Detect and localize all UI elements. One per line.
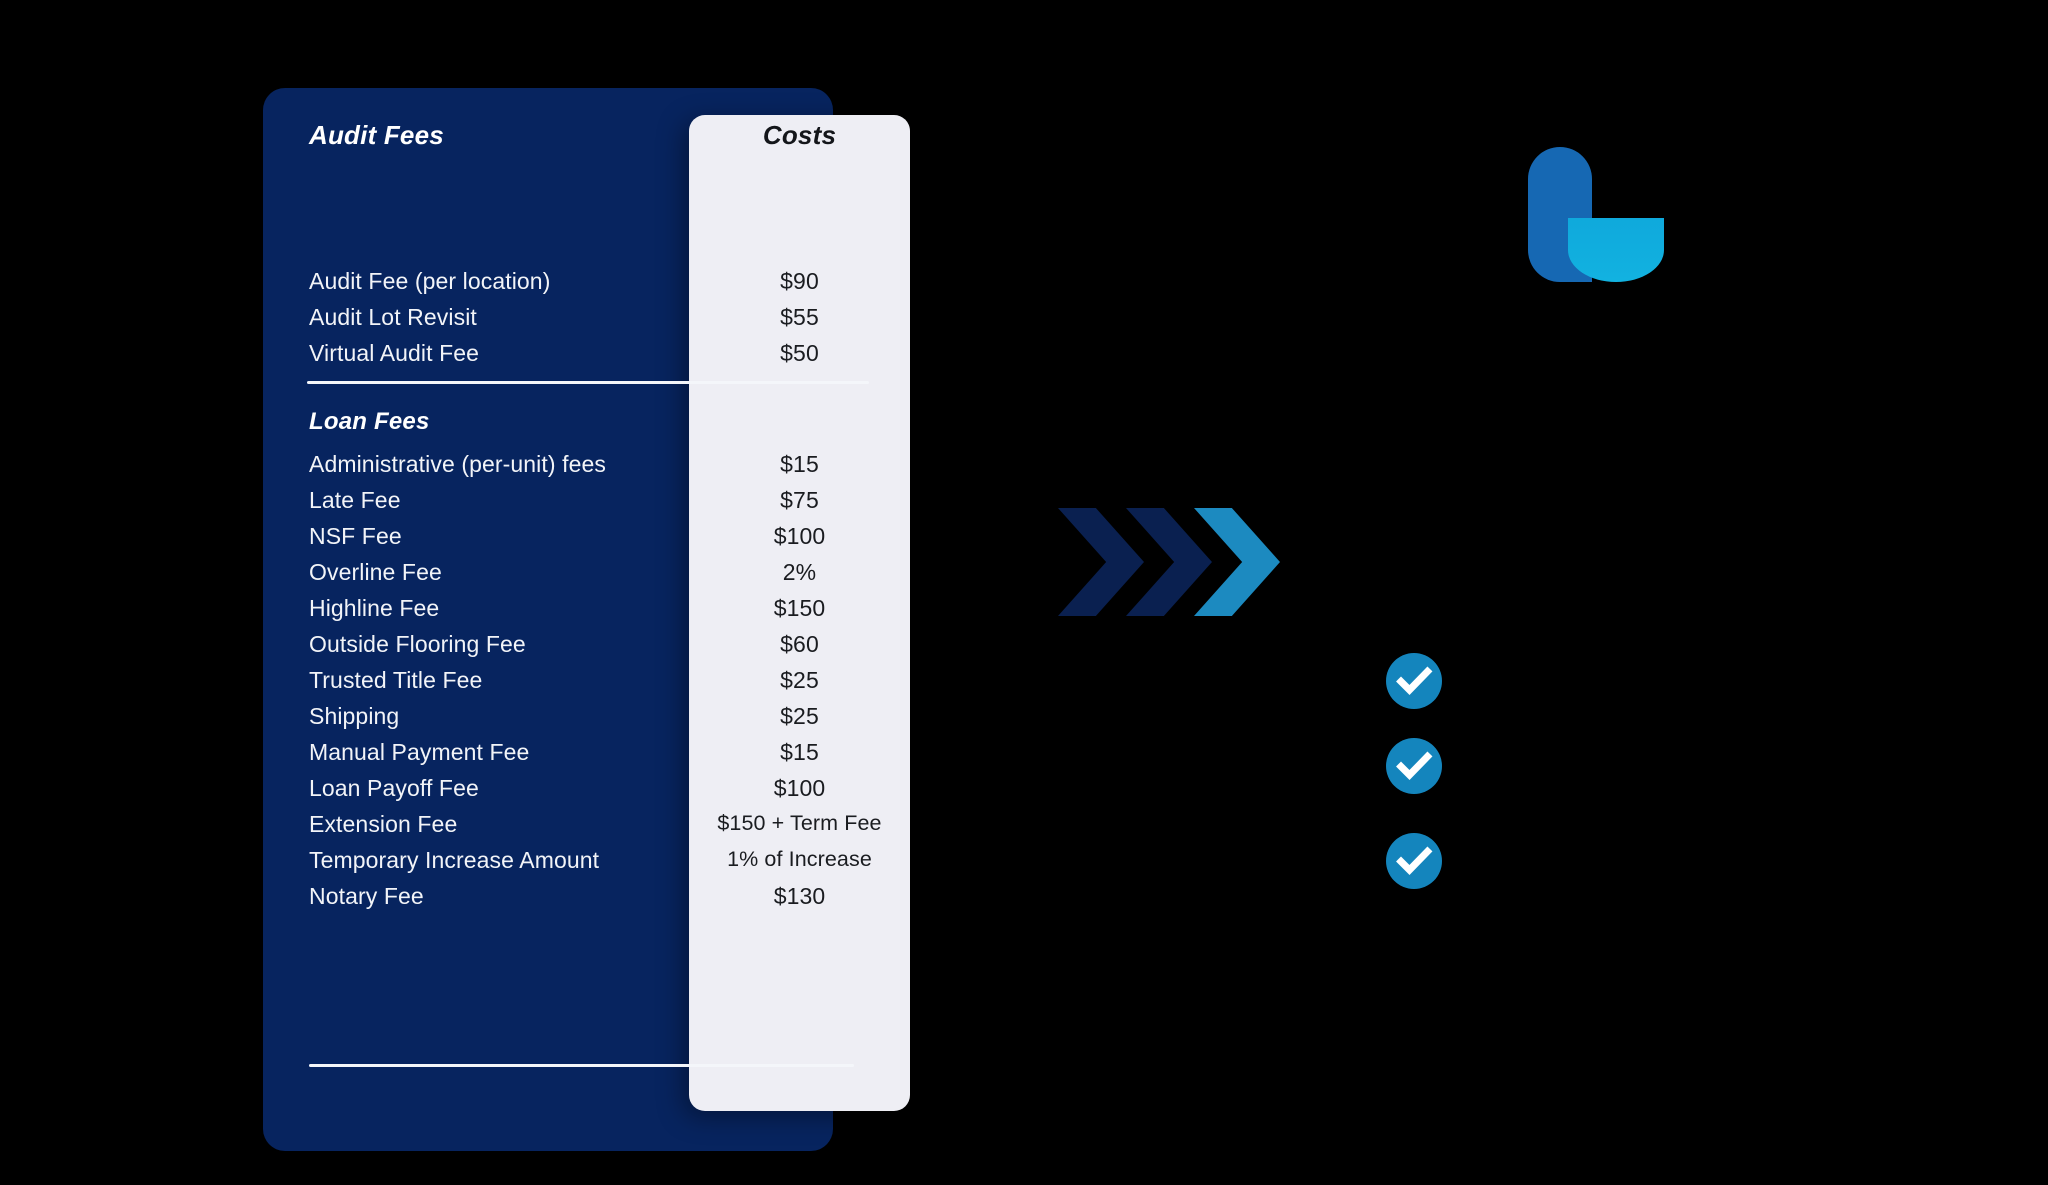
fee-cost: $15 (780, 451, 819, 477)
fee-cost: $25 (780, 667, 819, 693)
fee-cost: $100 (773, 523, 826, 549)
fee-name: Notary Fee (309, 883, 424, 909)
check-circle-icon-2 (1386, 738, 1442, 794)
fee-name: Late Fee (309, 487, 401, 513)
fee-cost: $75 (780, 487, 819, 513)
brand-logo-l-icon (1528, 147, 1668, 282)
fee-cost: $150 (773, 595, 826, 621)
fee-row: Temporary Increase Amount 1% of Increase (263, 847, 910, 883)
fee-row: Virtual Audit Fee $50 (263, 340, 910, 376)
fee-cost: 2% (782, 559, 817, 585)
fee-name: Shipping (309, 703, 400, 729)
fee-name: Audit Lot Revisit (309, 304, 477, 330)
fee-name: Trusted Title Fee (309, 667, 483, 693)
fee-name: Outside Flooring Fee (309, 631, 526, 657)
fee-cost: $150 + Term Fee (717, 811, 882, 835)
column-header-costs: Costs (762, 120, 837, 150)
fee-row: Highline Fee $150 (263, 595, 910, 631)
fee-row: Notary Fee $130 (263, 883, 910, 919)
section-title-loan-fees: Loan Fees (309, 408, 430, 435)
fee-name: Audit Fee (per location) (309, 268, 551, 294)
fee-name: Temporary Increase Amount (309, 847, 600, 873)
fee-row: Trusted Title Fee $25 (263, 667, 910, 703)
logo-bowl-shape (1568, 218, 1664, 282)
fee-name: Administrative (per-unit) fees (309, 451, 606, 477)
fee-cost: 1% of Increase (727, 847, 872, 871)
fee-row: Audit Fee (per location) $90 (263, 268, 910, 304)
fee-name: Extension Fee (309, 811, 458, 837)
fee-row: Extension Fee $150 + Term Fee (263, 811, 910, 847)
fee-name: Manual Payment Fee (309, 739, 530, 765)
chevron-right-icon-1 (1058, 508, 1144, 616)
column-header-audit-fees: Audit Fees (309, 120, 444, 150)
fee-name: Highline Fee (309, 595, 440, 621)
fee-cost: $100 (773, 775, 826, 801)
fee-name: Virtual Audit Fee (309, 340, 480, 366)
fee-row: Audit Lot Revisit $55 (263, 304, 910, 340)
chevron-arrows-group (1058, 508, 1280, 616)
fee-cost: $15 (780, 739, 819, 765)
fee-cost: $50 (780, 340, 819, 366)
fee-row: Loan Payoff Fee $100 (263, 775, 910, 811)
check-circle-icon-3 (1386, 833, 1442, 889)
fee-row: NSF Fee $100 (263, 523, 910, 559)
fee-row: Administrative (per-unit) fees $15 (263, 451, 910, 487)
fee-cost: $25 (780, 703, 819, 729)
fee-row: Manual Payment Fee $15 (263, 739, 910, 775)
fee-name: Loan Payoff Fee (309, 775, 479, 801)
section-divider-bottom (309, 1064, 854, 1067)
fee-name: NSF Fee (309, 523, 402, 549)
check-circle-icon-1 (1386, 653, 1442, 709)
fee-row: Shipping $25 (263, 703, 910, 739)
fee-name: Overline Fee (309, 559, 442, 585)
table-header-row: Audit Fees Costs (263, 88, 910, 174)
section-divider-top (307, 381, 869, 384)
fee-cost: $90 (780, 268, 819, 294)
fee-row: Late Fee $75 (263, 487, 910, 523)
fee-row: Overline Fee 2% (263, 559, 910, 595)
fee-row: Outside Flooring Fee $60 (263, 631, 910, 667)
fee-cost: $130 (773, 883, 826, 909)
fee-cost: $55 (780, 304, 819, 330)
fee-cost: $60 (780, 631, 819, 657)
